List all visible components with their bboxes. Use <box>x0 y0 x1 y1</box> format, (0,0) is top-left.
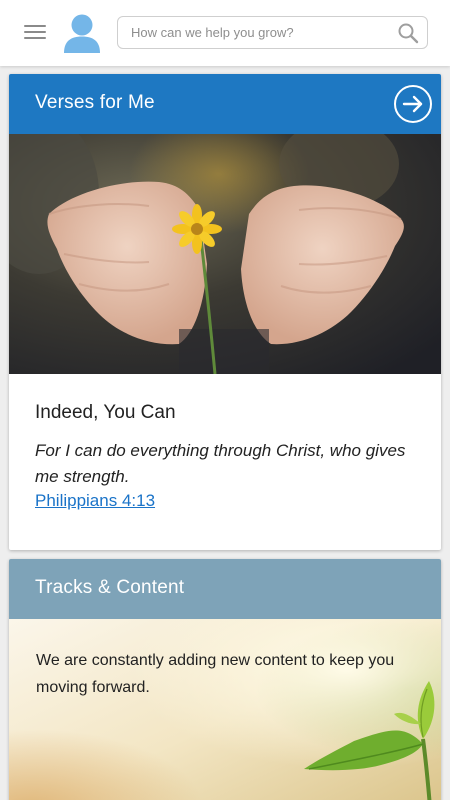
search-bar <box>117 16 428 49</box>
verse-hero-image <box>9 134 441 374</box>
verse-text: For I can do everything through Christ, … <box>35 441 406 486</box>
tracks-card-header[interactable]: Tracks & Content <box>9 559 441 619</box>
tracks-description: We are constantly adding new content to … <box>36 652 395 696</box>
verses-card: Verses for Me Indeed, You Can For I can … <box>9 74 441 550</box>
user-icon <box>64 14 100 53</box>
tracks-card: Tracks & Content We are constantly addin… <box>9 559 441 800</box>
verse-reference-link[interactable]: Philippians 4:13 <box>35 491 155 511</box>
verses-open-button[interactable] <box>394 85 432 123</box>
top-app-bar <box>0 0 450 66</box>
verses-card-title: Verses for Me <box>35 92 155 113</box>
hamburger-menu-icon[interactable] <box>24 22 46 42</box>
avatar[interactable] <box>62 13 102 55</box>
tracks-card-title: Tracks & Content <box>35 577 185 598</box>
arrow-right-icon <box>402 95 423 113</box>
verse-heading: Indeed, You Can <box>35 402 176 423</box>
search-input[interactable] <box>131 17 391 48</box>
verses-card-header: Verses for Me <box>9 74 441 134</box>
search-icon[interactable] <box>397 22 419 44</box>
tracks-content-area: We are constantly adding new content to … <box>9 619 441 800</box>
